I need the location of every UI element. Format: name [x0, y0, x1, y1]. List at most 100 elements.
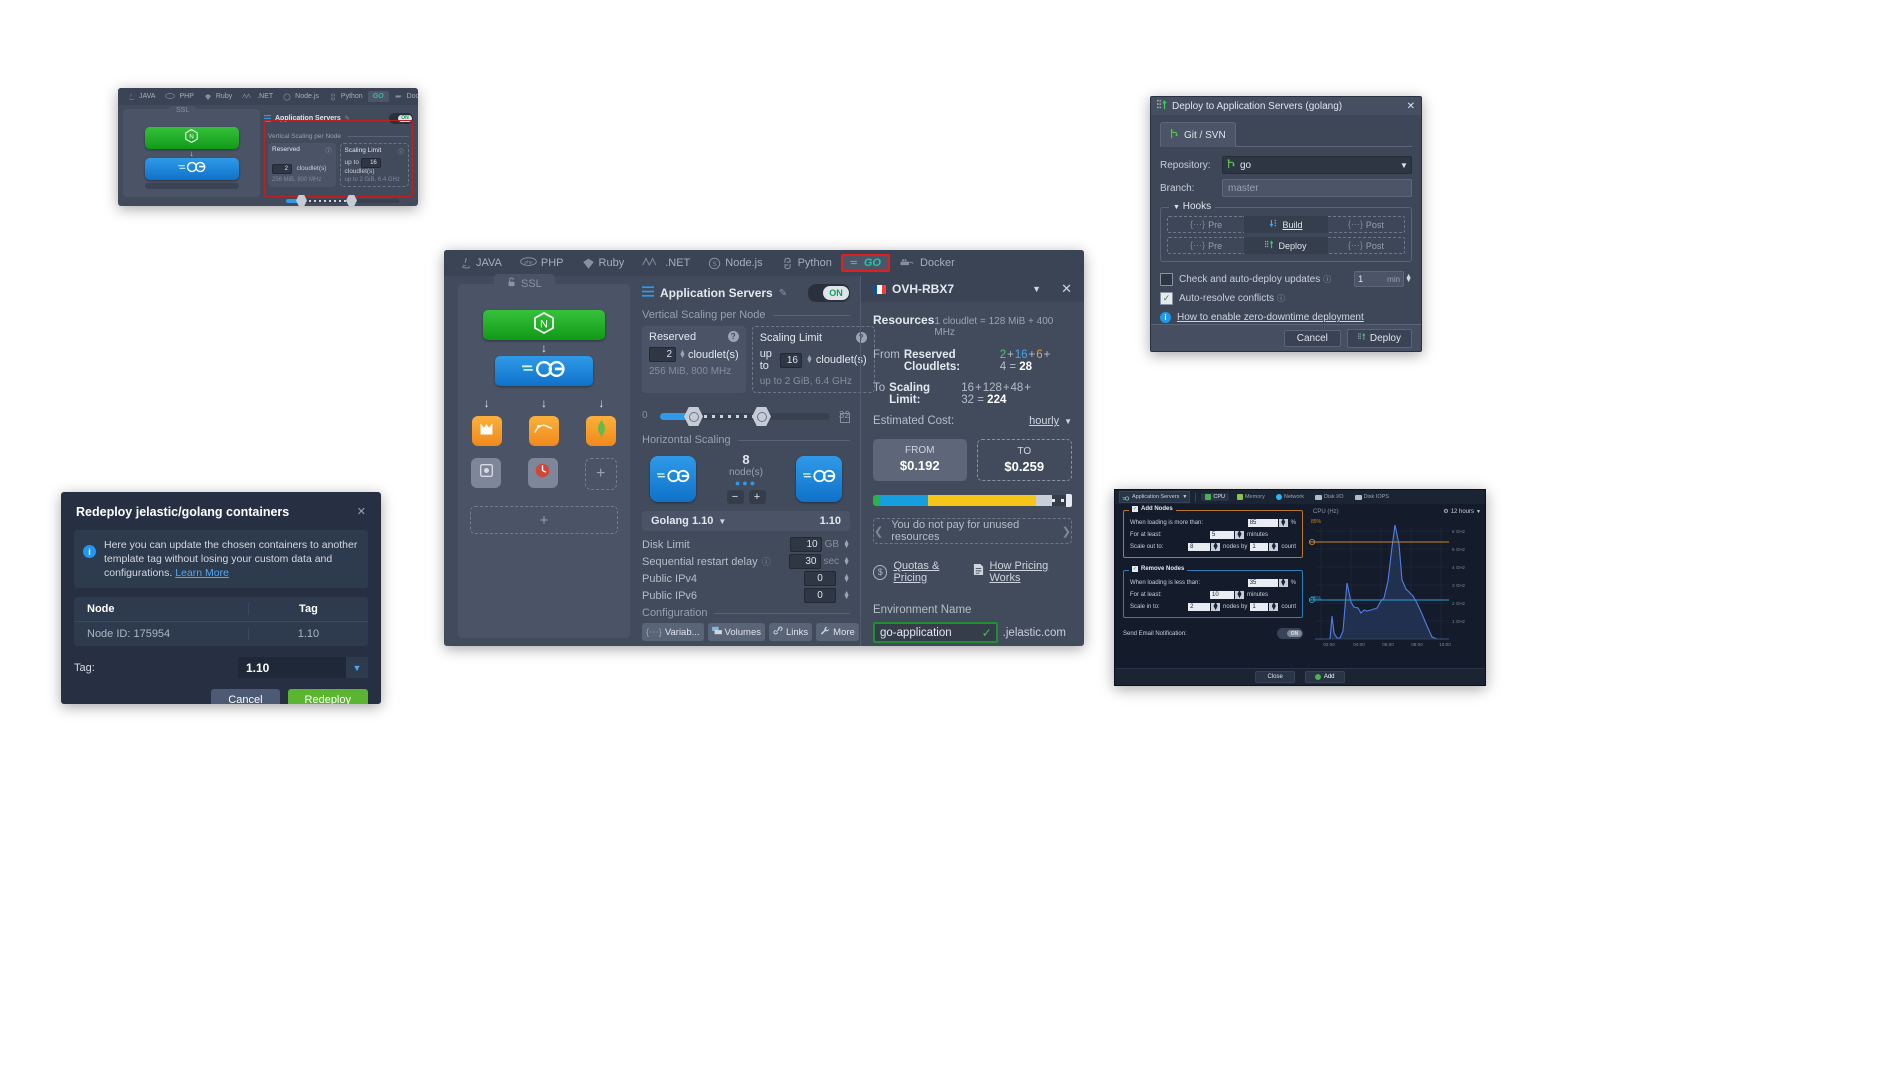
add-nodes-header[interactable]: ✓ Add Nodes	[1129, 506, 1176, 512]
horizontal-node-left[interactable]	[650, 455, 696, 502]
add-node-button-2[interactable]: +	[470, 506, 618, 534]
stack-tabbar[interactable]: JAVA php PHP Ruby .NET S Node.js Python …	[444, 250, 1084, 276]
reserved-value[interactable]: 2	[649, 347, 676, 362]
hook-pre-build[interactable]: {⋯} Pre	[1167, 216, 1245, 233]
tab-php[interactable]: php PHP	[511, 254, 573, 273]
slider-handle-reserved[interactable]	[296, 195, 307, 206]
thumb-tab-go[interactable]: GO	[367, 91, 389, 102]
how-pricing-works-link[interactable]: How Pricing Works	[990, 560, 1073, 584]
stepper[interactable]: ▲ ▼	[1211, 541, 1221, 552]
chevron-down-icon[interactable]: ▼	[1032, 284, 1041, 294]
marketplace-node[interactable]	[471, 416, 502, 446]
stepper[interactable]: ▲ ▼	[843, 556, 850, 567]
chevron-down-icon[interactable]: ▼	[1064, 417, 1072, 426]
thumb-tab-ruby[interactable]: Ruby	[199, 91, 237, 103]
reserved-stepper[interactable]: ▲ ▼	[679, 349, 686, 360]
prev-arrow-icon[interactable]: ❮	[874, 525, 883, 538]
autoscaling-window[interactable]: Application Servers ▼ CPU Memory Network…	[1114, 489, 1486, 686]
value[interactable]: 10	[789, 537, 822, 552]
cpu-chart[interactable]: 1 GHz 2 GHz 3 GHz 4 GHz 5 GHz 6 GHz 02:00 04…	[1309, 517, 1481, 657]
table-row[interactable]: Node ID: 175954 1.10	[74, 622, 368, 646]
add-node-button-1[interactable]: +	[584, 458, 617, 490]
volumes-button[interactable]: Volumes	[707, 623, 765, 641]
quotas-pricing-link[interactable]: Quotas & Pricing	[893, 560, 972, 584]
value[interactable]: 0	[804, 571, 837, 586]
stepper[interactable]: ▲ ▼	[843, 539, 850, 550]
interval-input[interactable]: 1 min	[1354, 271, 1405, 287]
interval-stepper[interactable]: ▲ ▼	[1405, 273, 1412, 284]
stepper[interactable]: ▲ ▼	[1269, 541, 1279, 552]
add-scale-input[interactable]: 8	[1188, 543, 1211, 551]
memcached-node[interactable]	[471, 458, 502, 488]
redeploy-dialog[interactable]: Redeploy jelastic/golang containers ✕ i …	[61, 492, 381, 704]
price-range-bar[interactable]	[873, 494, 1072, 507]
help-icon[interactable]: ⓘ	[398, 147, 404, 156]
next-arrow-icon[interactable]: ❯	[1062, 525, 1071, 538]
hamburger-icon[interactable]	[642, 284, 654, 302]
node-settings-panel[interactable]: Application Servers ✎ ON Vertical Scalin…	[630, 276, 875, 646]
unused-resources-note[interactable]: ❮ You do not pay for unused resources ❯	[873, 518, 1072, 544]
hook-post-deploy[interactable]: {⋯} Post	[1327, 237, 1405, 254]
add-by-input[interactable]: 1	[1250, 543, 1269, 551]
metric-tab-disk-io[interactable]: Disk I/O	[1312, 493, 1347, 501]
stepper[interactable]: ▲ ▼	[1235, 589, 1244, 600]
email-notification-toggle[interactable]: ON	[1277, 628, 1303, 639]
add-button[interactable]: Add	[1304, 671, 1345, 683]
close-icon[interactable]: ✕	[1061, 281, 1072, 297]
add-time-input[interactable]: 5	[1210, 531, 1235, 539]
mysql-node[interactable]	[528, 416, 559, 446]
setting-row-disk-limit[interactable]: Disk Limit 10 GB ▲ ▼	[642, 536, 850, 553]
autodeploy-checkbox[interactable]	[1160, 272, 1173, 286]
remove-scale-input[interactable]: 2	[1188, 603, 1211, 611]
deploy-dialog[interactable]: Deploy to Application Servers (golang) ✕…	[1150, 96, 1422, 352]
help-icon[interactable]: ⓘ	[762, 555, 771, 568]
stepper[interactable]: ▲ ▼	[1278, 517, 1288, 528]
variables-button[interactable]: {⋯} Variab...	[642, 623, 704, 641]
hooks-row-deploy[interactable]: {⋯} Pre Deploy {⋯} Post	[1167, 237, 1405, 254]
chart-range-selector[interactable]: ⚙ 12 hours ▼	[1443, 508, 1481, 516]
stepper[interactable]: ▲ ▼	[843, 590, 850, 601]
slider-handle-reserved[interactable]	[684, 407, 703, 426]
more-button[interactable]: More	[816, 623, 859, 641]
hook-post-build[interactable]: {⋯} Post	[1327, 216, 1405, 233]
tab-ruby[interactable]: Ruby	[573, 254, 634, 273]
go-node[interactable]	[495, 356, 593, 386]
stepper[interactable]: ▲ ▼	[843, 573, 850, 584]
hooks-group[interactable]: ▼ Hooks {⋯} Pre Build {⋯} Post {⋯} Pre D…	[1160, 201, 1412, 262]
scaling-limit-card[interactable]: Scaling Limit ? up to 16 ▲ ▼ cloudlet(s) …	[751, 326, 875, 393]
hook-pre-deploy[interactable]: {⋯} Pre	[1167, 237, 1245, 254]
close-button[interactable]: Close	[1255, 671, 1295, 683]
tab-docker[interactable]: Docker	[890, 254, 964, 273]
stepper[interactable]: ▲ ▼	[1235, 529, 1244, 540]
repository-value[interactable]: go	[1240, 160, 1251, 171]
deploy-button[interactable]: Deploy	[1346, 328, 1412, 348]
remove-time-input[interactable]: 10	[1210, 591, 1235, 599]
metric-tab-disk-iops[interactable]: Disk IOPS	[1352, 493, 1392, 501]
help-icon[interactable]: ⓘ	[1277, 293, 1285, 304]
topology-window[interactable]: JAVA php PHP Ruby .NET S Node.js Python …	[444, 250, 1084, 646]
thumb-slider[interactable]	[268, 195, 409, 206]
add-cond-input[interactable]: 85	[1247, 519, 1278, 527]
chevron-down-icon[interactable]: ▼	[1397, 157, 1411, 173]
stepper[interactable]: ▲ ▼	[1211, 601, 1221, 612]
resources-panel[interactable]: OVH-RBX7 ▼ ✕ Resources 1 cloudlet = 128 …	[860, 276, 1084, 646]
cost-period[interactable]: hourly	[1029, 415, 1059, 427]
hooks-row-build[interactable]: {⋯} Pre Build {⋯} Post	[1167, 216, 1405, 233]
ssl-chip[interactable]: SSL	[494, 274, 555, 293]
slider-handle-limit[interactable]	[346, 195, 357, 206]
chevron-down-icon[interactable]: ▼	[1173, 204, 1180, 211]
help-icon[interactable]: ⓘ	[325, 146, 331, 155]
tab-nodejs[interactable]: S Node.js	[699, 254, 771, 273]
branch-input[interactable]: master	[1222, 179, 1412, 197]
close-icon[interactable]: ✕	[357, 505, 366, 518]
value[interactable]: 30	[788, 554, 821, 569]
deploy-dialog-titlebar[interactable]: Deploy to Application Servers (golang) ✕	[1151, 97, 1421, 115]
links-button[interactable]: Links	[768, 623, 813, 641]
git-svn-tab[interactable]: Git / SVN	[1160, 122, 1236, 147]
chevron-down-icon[interactable]: ▼	[1182, 494, 1187, 500]
repository-field[interactable]: go ▼	[1222, 156, 1412, 174]
metric-tab-cpu[interactable]: CPU	[1201, 493, 1229, 501]
thumb-tab-python[interactable]: Python	[324, 91, 368, 103]
thumb-settings[interactable]: Application Servers ✎ ON Vertical Scalin…	[264, 109, 413, 206]
remove-nodes-group[interactable]: ✓ Remove Nodes When loading is less than…	[1123, 566, 1303, 618]
